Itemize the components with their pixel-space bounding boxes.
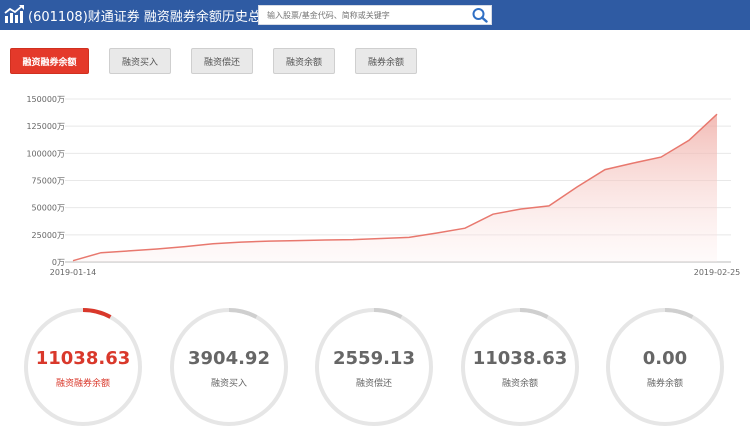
- x-tick-end: 2019-02-25: [694, 268, 741, 277]
- y-tick-label: 100000万: [26, 149, 65, 158]
- stat-label: 融资融券余额: [55, 379, 110, 389]
- y-tick-label: 125000万: [26, 122, 65, 131]
- stat-label: 融券余额: [646, 379, 683, 389]
- tab-margin-buy[interactable]: 融资买入: [109, 48, 171, 74]
- tab-margin-balance[interactable]: 融资融券余额: [10, 48, 89, 74]
- balance-area-chart: 0万 25000万 50000万 75000万 100000万 125000万 150000…: [26, 95, 741, 277]
- top-header: (601108)财通证券 融资融券余额历史总览: [0, 0, 750, 30]
- y-tick-label: 75000万: [32, 177, 65, 186]
- search-box: [258, 5, 492, 25]
- stat-label: 融资偿还: [355, 379, 392, 389]
- y-tick-label: 0万: [52, 258, 65, 267]
- stat-label: 融资余额: [501, 379, 538, 389]
- y-tick-label: 50000万: [32, 204, 65, 213]
- y-tick-label: 150000万: [26, 95, 65, 104]
- stat-value: 11038.63: [35, 348, 131, 369]
- search-input[interactable]: [259, 6, 464, 24]
- stat-value: 3904.92: [188, 348, 270, 369]
- search-icon[interactable]: [471, 7, 489, 23]
- tab-margin-repay[interactable]: 融资偿还: [191, 48, 253, 74]
- area-fill: [73, 114, 717, 262]
- bar-chart-trend-icon: [4, 5, 24, 23]
- stat-value: 0.00: [642, 348, 688, 369]
- tab-financing-balance[interactable]: 融资余额: [273, 48, 335, 74]
- tab-securities-lending-balance[interactable]: 融券余额: [355, 48, 417, 74]
- x-tick-start: 2019-01-14: [50, 268, 97, 277]
- stat-value: 11038.63: [472, 348, 568, 369]
- stat-value: 2559.13: [333, 348, 415, 369]
- stat-label: 融资买入: [210, 379, 247, 389]
- page-title: (601108)财通证券 融资融券余额历史总览: [28, 10, 274, 25]
- y-tick-label: 25000万: [32, 231, 65, 240]
